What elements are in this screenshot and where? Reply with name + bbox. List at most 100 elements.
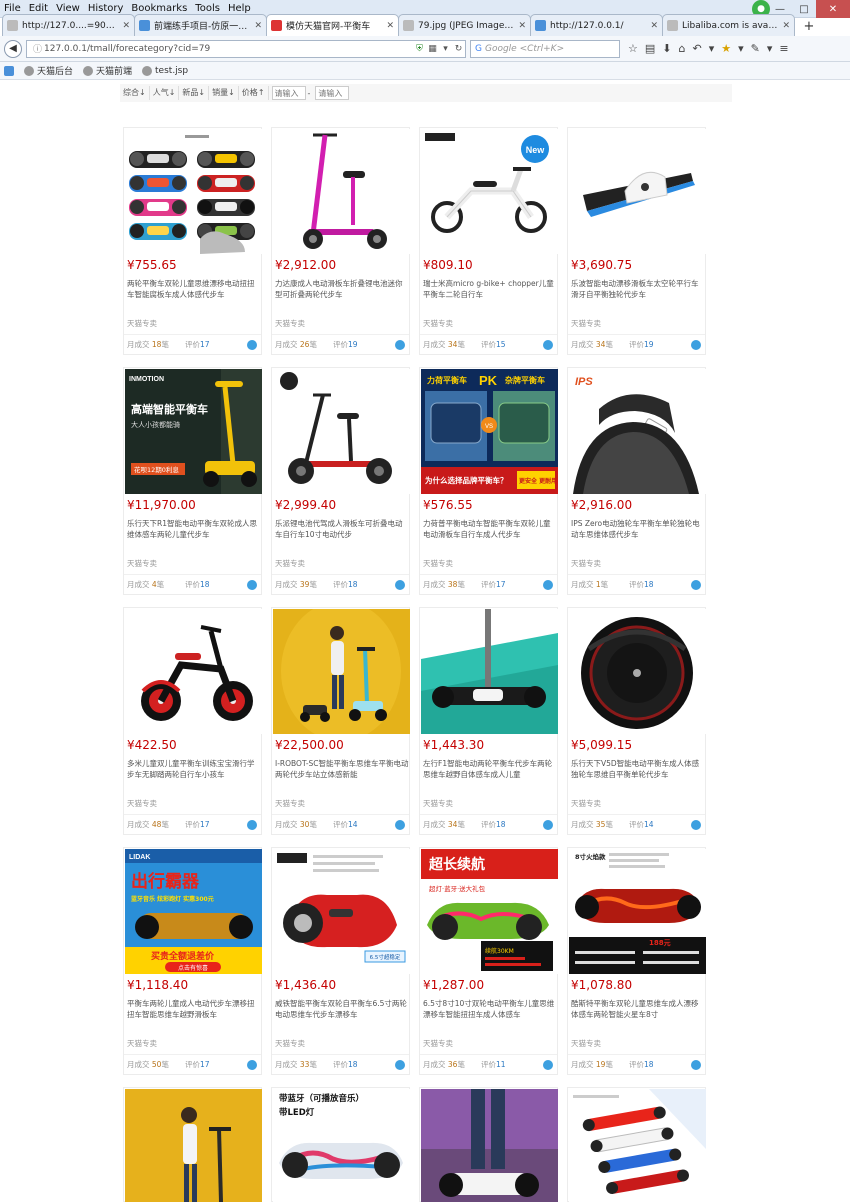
review-count[interactable]: 评价18: [629, 579, 654, 590]
sort-newest[interactable]: 新品↓: [179, 86, 210, 100]
bookmark-test-jsp[interactable]: test.jsp: [142, 65, 188, 76]
shield-icon[interactable]: ⛨: [413, 44, 426, 54]
review-count[interactable]: 评价18: [481, 819, 506, 830]
dropdown-icon[interactable]: ▾: [738, 42, 744, 55]
review-count[interactable]: 评价19: [333, 339, 358, 350]
chat-icon[interactable]: [395, 580, 405, 590]
close-tab-icon[interactable]: ✕: [518, 21, 526, 31]
shop-name[interactable]: 天猫专卖: [127, 798, 157, 809]
product-title[interactable]: 左行F1智能电动两轮平衡车代步车两轮思维车越野自体感车成人儿童: [423, 758, 557, 782]
price-max-input[interactable]: [315, 86, 350, 100]
shop-name[interactable]: 天猫专卖: [127, 318, 157, 329]
review-count[interactable]: 评价17: [185, 1059, 210, 1070]
product-title[interactable]: 乐波智能电动漂移滑板车太空轮平行车滑牙自平衡独轮代步车: [571, 278, 705, 302]
product-card[interactable]: 力荷平衡车 PK 杂牌平衡车 VS 为什么选择品牌平衡车？ 更安全 更耐用 ¥5…: [419, 367, 558, 595]
product-image[interactable]: 6.5寸超稳定: [273, 849, 410, 974]
chat-icon[interactable]: [691, 1060, 701, 1070]
review-count[interactable]: 评价17: [185, 819, 210, 830]
shop-name[interactable]: 天猫专卖: [423, 1038, 453, 1049]
tab-2[interactable]: 前端练手项目-仿原一个小... ✕: [134, 14, 267, 36]
close-tab-icon[interactable]: ✕: [782, 21, 790, 31]
menu-icon[interactable]: ≡: [779, 42, 788, 55]
product-image[interactable]: [125, 129, 262, 254]
tab-3[interactable]: 模仿天猫官网-平衡车 ✕: [266, 14, 399, 36]
price-min-input[interactable]: [271, 86, 306, 100]
product-title[interactable]: 平衡车两轮儿童成人电动代步车漂移扭扭车智能思维车越野滑板车: [127, 998, 261, 1022]
product-card[interactable]: ¥755.65 两轮平衡车双轮儿童思维漂移电动扭扭车智能腐板车成人体感代步车 天…: [123, 127, 262, 355]
chat-icon[interactable]: [247, 820, 257, 830]
shop-name[interactable]: 天猫专卖: [423, 318, 453, 329]
product-title[interactable]: I-ROBOT-SC智能平衡车思维车平衡电动两轮代步车站立体感新能: [275, 758, 409, 782]
shop-name[interactable]: 天猫专卖: [127, 558, 157, 569]
product-image[interactable]: [273, 369, 410, 494]
product-card[interactable]: [123, 1087, 262, 1202]
shop-name[interactable]: 天猫专卖: [423, 558, 453, 569]
product-title[interactable]: 威铁智能平衡车双轮自平衡车6.5寸两轮电动思维车代步车漂移车: [275, 998, 409, 1022]
product-card[interactable]: ¥2,999.40 乐派锂电池代驾成人滑板车可折叠电动车自行车10寸电动代步 天…: [271, 367, 410, 595]
search-engine-icon[interactable]: G: [475, 44, 482, 54]
product-image[interactable]: 力荷平衡车 PK 杂牌平衡车 VS 为什么选择品牌平衡车？ 更安全 更耐用: [421, 369, 558, 494]
download-icon[interactable]: ⬇: [662, 42, 671, 55]
product-image[interactable]: 8寸火焰款 188元: [569, 849, 706, 974]
review-count[interactable]: 评价17: [481, 579, 506, 590]
product-title[interactable]: 多米儿童双儿童平衡车训练宝宝滑行学步车无脚踏两轮自行车小孩车: [127, 758, 261, 782]
product-card[interactable]: ¥2,912.00 力达康成人电动滑板车折叠锂电池迷你型可折叠两轮代步车 天猫专…: [271, 127, 410, 355]
product-image[interactable]: New: [421, 129, 558, 254]
product-image[interactable]: [569, 129, 706, 254]
pin-icon[interactable]: ✎: [751, 42, 760, 55]
review-count[interactable]: 评价18: [333, 579, 358, 590]
product-title[interactable]: 力达康成人电动滑板车折叠锂电池迷你型可折叠两轮代步车: [275, 278, 409, 302]
product-title[interactable]: 两轮平衡车双轮儿童思维漂移电动扭扭车智能腐板车成人体感代步车: [127, 278, 261, 302]
product-card[interactable]: ¥3,690.75 乐波智能电动漂移滑板车太空轮平行车滑牙自平衡独轮代步车 天猫…: [567, 127, 706, 355]
chat-icon[interactable]: [395, 1060, 405, 1070]
sort-price[interactable]: 价格↑: [239, 86, 269, 100]
product-image[interactable]: 超长续航 超灯·蓝牙·送大礼包 续航30KM: [421, 849, 558, 974]
product-card[interactable]: 6.5寸超稳定 ¥1,436.40 威铁智能平衡车双轮自平衡车6.5寸两轮电动思…: [271, 847, 410, 1075]
product-title[interactable]: 力荷普平衡电动车智能平衡车双轮儿童电动滑板车自行车成人代步车: [423, 518, 557, 542]
qr-icon[interactable]: ▦: [426, 44, 439, 54]
product-title[interactable]: 6.5寸8寸10寸双轮电动平衡车儿童思维漂移车智能扭扭车成人体感车: [423, 998, 557, 1022]
dropdown-icon[interactable]: ▾: [767, 42, 773, 55]
sort-sales[interactable]: 销量↓: [209, 86, 239, 100]
product-image[interactable]: [421, 1089, 558, 1202]
reading-list-icon[interactable]: ▤: [645, 42, 655, 55]
search-input[interactable]: G Google <Ctrl+K>: [470, 39, 620, 58]
chat-icon[interactable]: [691, 340, 701, 350]
product-card[interactable]: 8寸火焰款 188元 ¥1,078.80 酷斯特平衡车双轮儿童思维车成人漂移体感…: [567, 847, 706, 1075]
product-card[interactable]: IPS ¥2,916.00 IPS Zero电动独轮车平衡车单轮独轮电动车思维体…: [567, 367, 706, 595]
review-count[interactable]: 评价18: [333, 1059, 358, 1070]
dropdown-icon[interactable]: ▾: [709, 42, 715, 55]
review-count[interactable]: 评价11: [481, 1059, 506, 1070]
chat-icon[interactable]: [395, 820, 405, 830]
product-title[interactable]: 酷斯特平衡车双轮儿童思维车成人漂移体感车两轮智能火星车8寸: [571, 998, 705, 1022]
product-card[interactable]: ¥22,500.00 I-ROBOT-SC智能平衡车思维车平衡电动两轮代步车站立…: [271, 607, 410, 835]
shop-name[interactable]: 天猫专卖: [423, 798, 453, 809]
extension-icon[interactable]: ★: [721, 42, 731, 55]
review-count[interactable]: 评价19: [629, 339, 654, 350]
product-title[interactable]: 乐行天下V5D智能电动平衡车成人体感独轮车思维自平衡单轮代步车: [571, 758, 705, 782]
product-title[interactable]: 乐派锂电池代驾成人滑板车可折叠电动车自行车10寸电动代步: [275, 518, 409, 542]
product-image[interactable]: 带蓝牙（可播放音乐） 带LED灯: [273, 1089, 410, 1202]
product-image[interactable]: [421, 609, 558, 734]
product-image[interactable]: [273, 609, 410, 734]
product-card[interactable]: LIDAK 出行霸器 蓝牙音乐 炫彩跑灯 实惠300元 买贵全额退差价 点击有惊…: [123, 847, 262, 1075]
reload-icon[interactable]: ↻: [452, 44, 465, 54]
info-icon[interactable]: ⓘ: [31, 42, 44, 55]
review-count[interactable]: 评价15: [481, 339, 506, 350]
product-image[interactable]: [273, 129, 410, 254]
product-title[interactable]: 瑞士米高micro g-bike+ chopper儿童平衡车二轮自行车: [423, 278, 557, 302]
product-image[interactable]: LIDAK 出行霸器 蓝牙音乐 炫彩跑灯 实惠300元 买贵全额退差价 点击有惊…: [125, 849, 262, 974]
product-image[interactable]: [125, 609, 262, 734]
bookmark-app-icon[interactable]: [4, 65, 14, 76]
chat-icon[interactable]: [395, 340, 405, 350]
review-count[interactable]: 评价18: [629, 1059, 654, 1070]
shop-name[interactable]: 天猫专卖: [275, 798, 305, 809]
shop-name[interactable]: 天猫专卖: [571, 798, 601, 809]
shop-name[interactable]: 天猫专卖: [571, 558, 601, 569]
chat-icon[interactable]: [543, 820, 553, 830]
tab-1[interactable]: http://127.0....=900#addStep✕: [2, 14, 135, 36]
chat-icon[interactable]: [543, 580, 553, 590]
tab-5[interactable]: http://127.0.0.1/ ✕: [530, 14, 663, 36]
chat-icon[interactable]: [543, 1060, 553, 1070]
shop-name[interactable]: 天猫专卖: [571, 1038, 601, 1049]
